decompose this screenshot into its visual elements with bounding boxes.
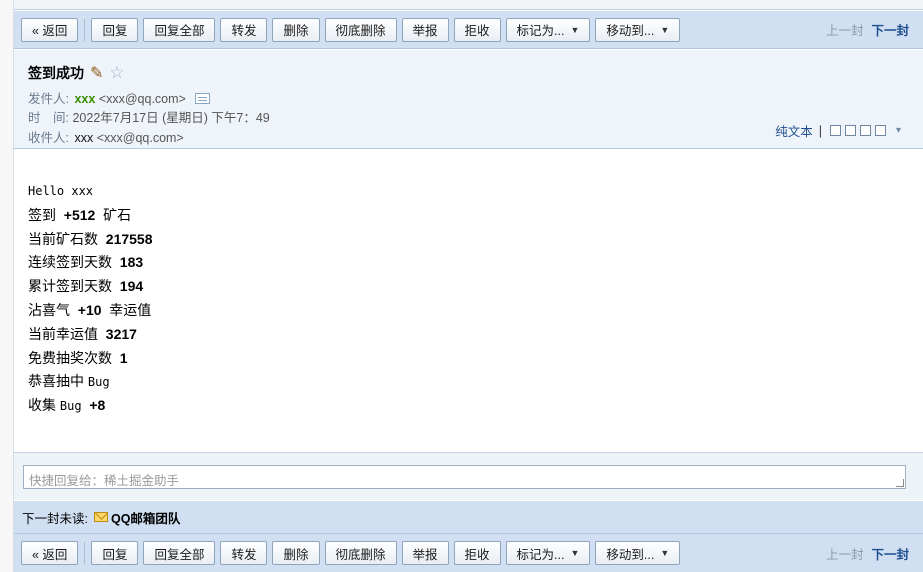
mail-navigation: 上一封 下一封 — [826, 11, 909, 48]
body-line: 当前幸运值 3217 — [28, 325, 137, 342]
mark-as-dropdown[interactable]: 标记为... ▼ — [505, 541, 591, 565]
recipient-name[interactable]: xxx — [74, 131, 93, 145]
mark-as-dropdown[interactable]: 标记为... ▼ — [505, 17, 591, 42]
recipient-email: <xxx@qq.com> — [96, 131, 184, 145]
left-panel-edge — [0, 0, 14, 572]
time-label: 时 间: — [28, 111, 69, 125]
quick-reply-placeholder: 快捷回复给：稀土掘金助手 — [29, 474, 180, 488]
star-icon[interactable]: ☆ — [109, 63, 124, 83]
body-line: 恭喜抽中 Bug — [28, 373, 110, 390]
chevron-down-icon: ▼ — [660, 24, 670, 35]
forward-button[interactable]: 转发 — [220, 17, 268, 42]
mark-as-label: 标记为... — [516, 24, 565, 38]
next-unread-link[interactable]: QQ邮箱团队 — [111, 508, 180, 527]
sender-name[interactable]: xxx — [74, 92, 95, 106]
envelope-icon — [93, 512, 108, 522]
reply-button[interactable]: 回复 — [91, 541, 139, 565]
next-mail-link[interactable]: 下一封 — [871, 20, 909, 39]
print-icon[interactable] — [874, 125, 886, 136]
stationery-icon: ✎ — [90, 65, 104, 82]
move-to-label: 移动到... — [606, 24, 655, 38]
prev-mail-link[interactable]: 上一封 — [826, 20, 864, 39]
chevron-down-icon: ▼ — [570, 548, 580, 558]
reject-button[interactable]: 拒收 — [453, 17, 501, 42]
delete-permanent-button[interactable]: 彻底删除 — [324, 17, 397, 42]
chevron-down-icon[interactable]: ▾ — [896, 125, 901, 136]
report-button[interactable]: 举报 — [401, 541, 449, 565]
new-window-icon[interactable] — [829, 125, 841, 136]
toolbar-separator — [84, 542, 86, 564]
email-tools: 纯文本 | ▾ — [775, 121, 901, 140]
chevron-down-icon: ▼ — [660, 548, 670, 558]
recipient-label: 收件人: — [28, 131, 69, 145]
reply-all-button[interactable]: 回复全部 — [143, 17, 216, 42]
back-button[interactable]: « 返回 — [21, 541, 79, 565]
next-unread-label: 下一封未读: — [22, 511, 88, 526]
notes-icon[interactable] — [844, 125, 856, 136]
quick-reply-input[interactable]: 快捷回复给：稀土掘金助手 — [23, 465, 906, 489]
toolbar-separator — [84, 18, 86, 41]
move-to-dropdown[interactable]: 移动到... ▼ — [595, 17, 681, 42]
email-subject: 签到成功 ✎ ☆ — [28, 63, 125, 83]
back-button[interactable]: « 返回 — [21, 17, 79, 42]
subject-text: 签到成功 — [28, 65, 84, 81]
quick-reply-area: 快捷回复给：稀土掘金助手 — [14, 452, 923, 500]
delete-button[interactable]: 删除 — [272, 17, 320, 42]
move-to-label: 移动到... — [606, 547, 655, 562]
recipient-row: 收件人: xxx <xxx@qq.com> — [28, 127, 184, 146]
body-line: 连续签到天数 183 — [28, 254, 144, 271]
reply-all-button[interactable]: 回复全部 — [143, 541, 216, 565]
mark-as-label: 标记为... — [516, 547, 565, 562]
email-header: 签到成功 ✎ ☆ 发件人: xxx <xxx@qq.com> 时 间: 2022… — [14, 50, 923, 149]
mail-navigation: 上一封 下一封 — [826, 534, 909, 572]
email-body: Hello xxx 签到 +512 矿石 当前矿石数 217558 连续签到天数… — [28, 180, 153, 418]
time-value: 2022年7月17日 (星期日) 下午7：49 — [72, 111, 270, 125]
sender-label: 发件人: — [28, 92, 69, 106]
reject-button[interactable]: 拒收 — [453, 541, 501, 565]
download-icon[interactable] — [859, 125, 871, 136]
body-line: 免费抽奖次数 1 — [28, 349, 128, 366]
prev-mail-link[interactable]: 上一封 — [826, 544, 864, 563]
contact-card-icon[interactable] — [195, 93, 211, 104]
plain-text-link[interactable]: 纯文本 — [775, 121, 813, 140]
body-greeting: Hello xxx — [28, 184, 94, 198]
move-to-dropdown[interactable]: 移动到... ▼ — [595, 541, 681, 565]
resize-grip-icon[interactable] — [896, 479, 904, 487]
forward-button[interactable]: 转发 — [220, 541, 268, 565]
body-line: 收集 Bug +8 — [28, 397, 106, 414]
reply-button[interactable]: 回复 — [91, 17, 139, 42]
body-line: 当前矿石数 217558 — [28, 230, 153, 247]
toolbar-bottom: « 返回 回复 回复全部 转发 删除 彻底删除 举报 拒收 标记为... ▼ 移动… — [14, 533, 923, 572]
chevron-down-icon: ▼ — [570, 24, 580, 35]
sender-row: 发件人: xxx <xxx@qq.com> — [28, 88, 211, 107]
body-line: 累计签到天数 194 — [28, 278, 144, 295]
time-row: 时 间: 2022年7月17日 (星期日) 下午7：49 — [28, 107, 270, 126]
body-line: 沾喜气 +10 幸运值 — [28, 301, 152, 318]
window-top-border — [0, 0, 923, 10]
sender-email: <xxx@qq.com> — [98, 92, 186, 106]
delete-permanent-button[interactable]: 彻底删除 — [324, 541, 397, 565]
toolbar-top: « 返回 回复 回复全部 转发 删除 彻底删除 举报 拒收 标记为... ▼ 移动… — [14, 11, 923, 49]
divider: | — [818, 123, 822, 138]
next-unread-bar: 下一封未读: QQ邮箱团队 — [14, 501, 923, 533]
body-line: 签到 +512 矿石 — [28, 206, 132, 223]
delete-button[interactable]: 删除 — [272, 541, 320, 565]
report-button[interactable]: 举报 — [401, 17, 449, 42]
next-mail-link[interactable]: 下一封 — [871, 544, 909, 563]
